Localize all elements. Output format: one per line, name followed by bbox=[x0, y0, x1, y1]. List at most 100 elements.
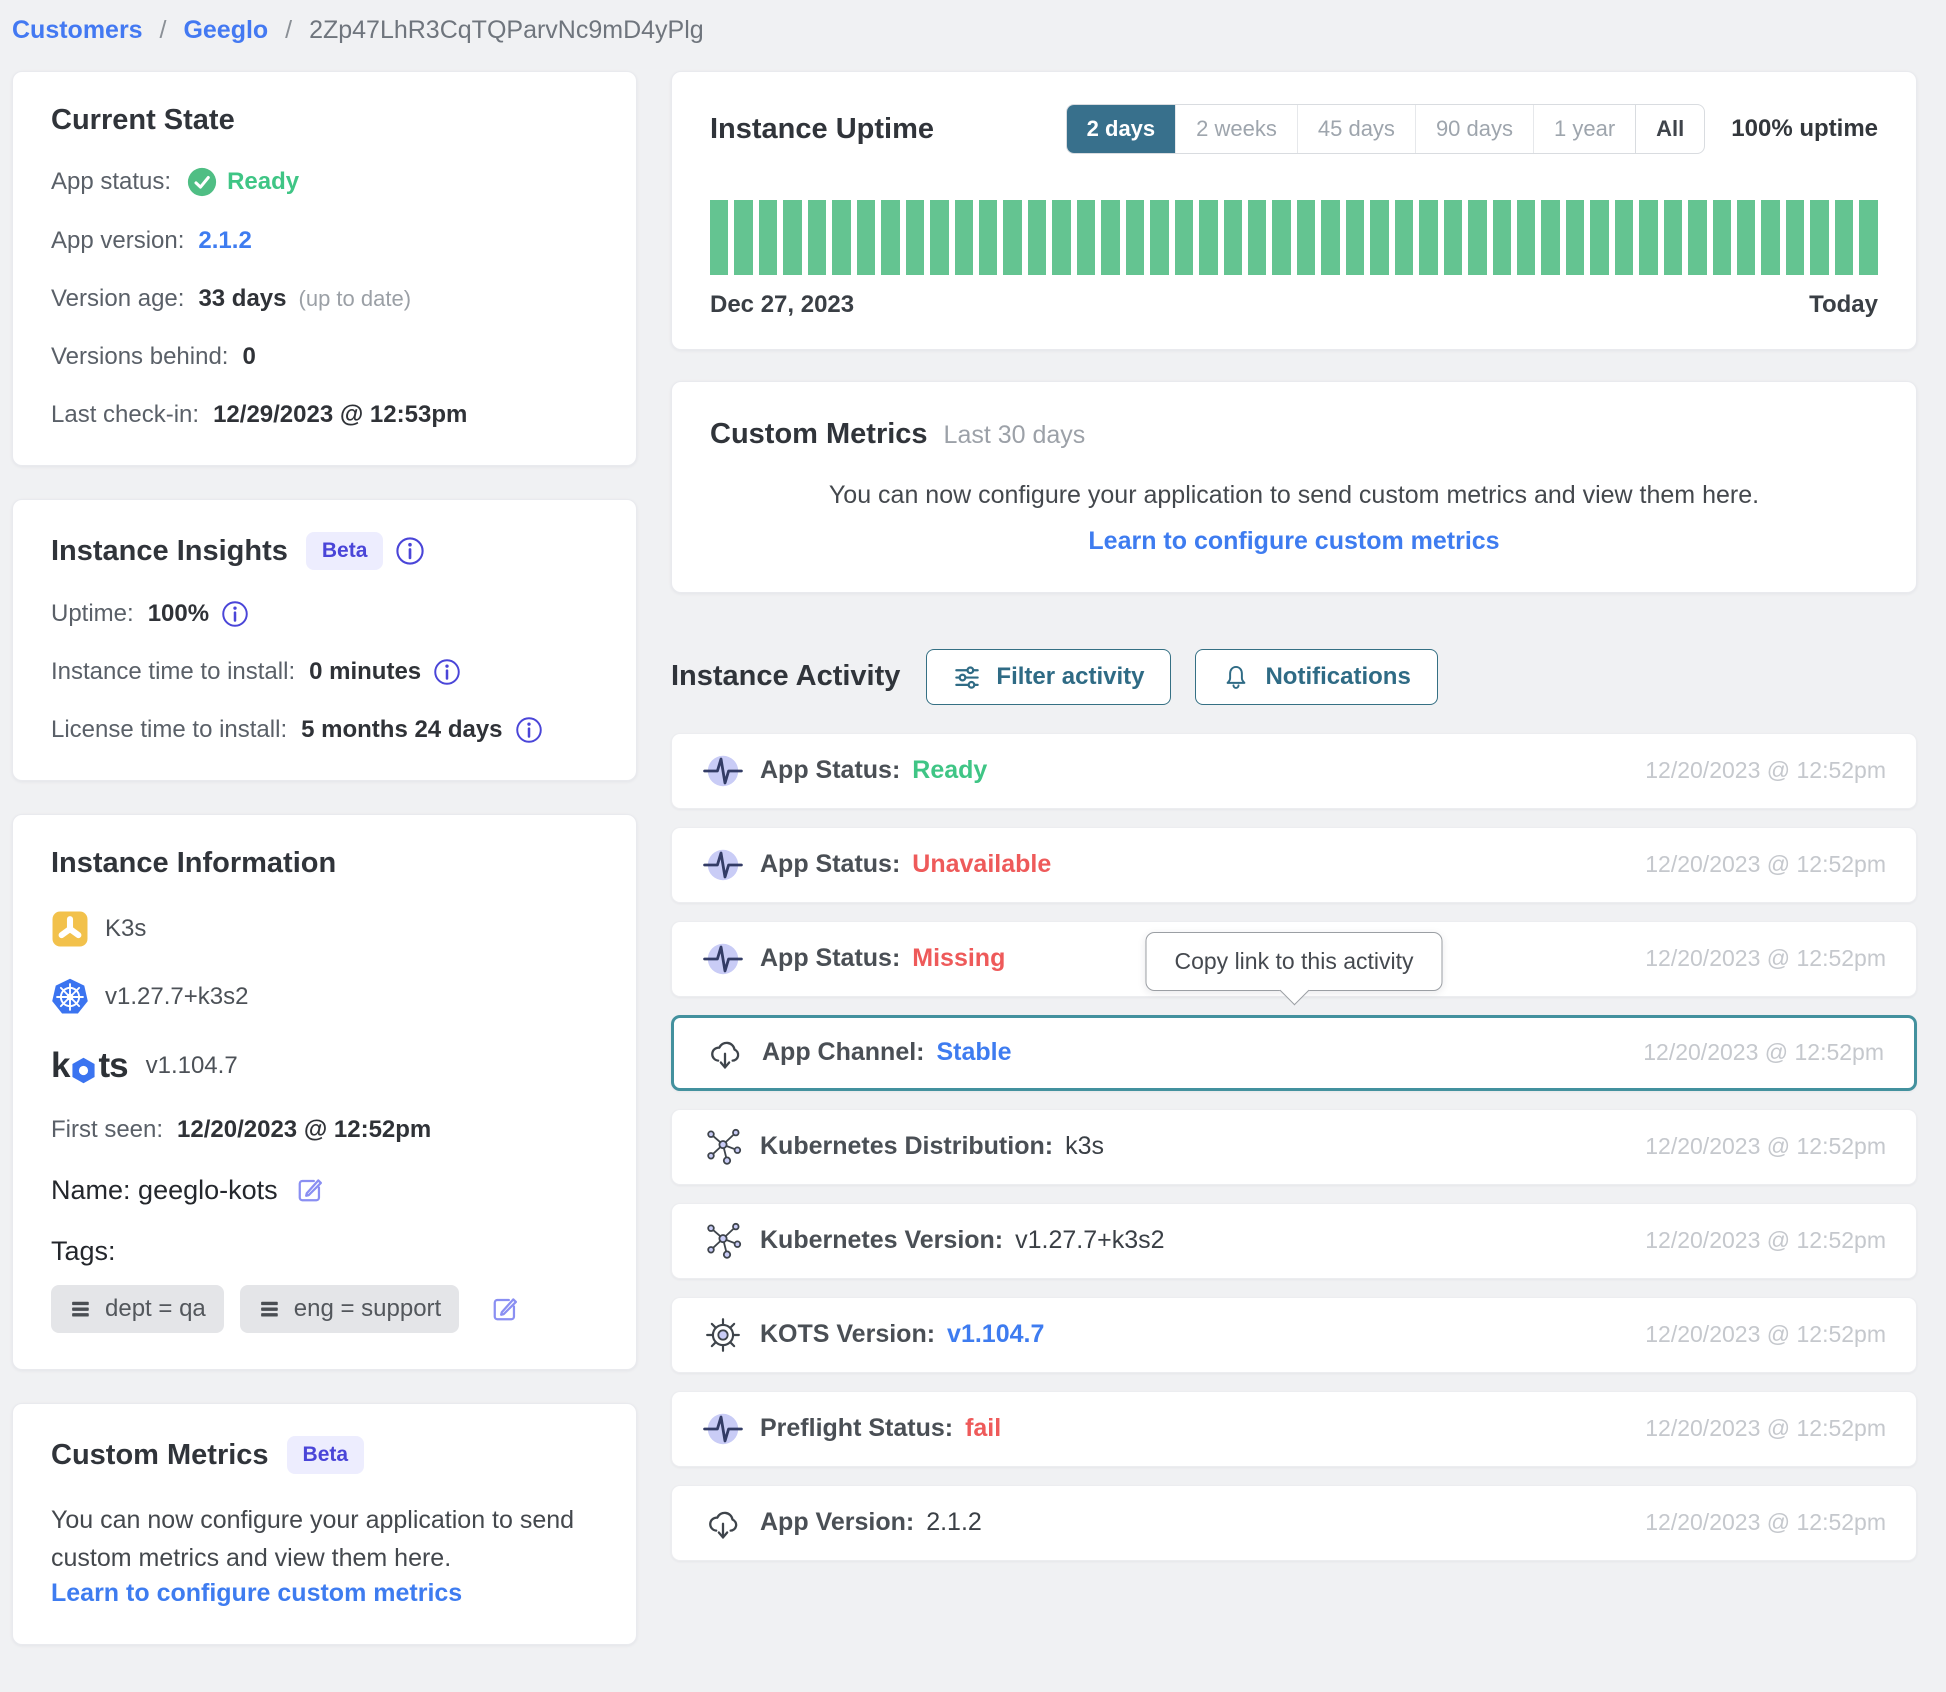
activity-timestamp: 12/20/2023 @ 12:52pm bbox=[1645, 757, 1886, 784]
activity-timestamp: 12/20/2023 @ 12:52pm bbox=[1645, 1509, 1886, 1536]
custom-metrics-right-title: Custom Metrics bbox=[710, 418, 928, 451]
uptime-bar bbox=[1468, 200, 1486, 275]
uptime-bar bbox=[1126, 200, 1144, 275]
activity-row[interactable]: App Version:2.1.212/20/2023 @ 12:52pm bbox=[671, 1485, 1917, 1561]
activity-pulse-icon bbox=[702, 751, 744, 791]
uptime-value: 100% bbox=[148, 600, 209, 628]
activity-row-wrap: Kubernetes Distribution:k3s12/20/2023 @ … bbox=[671, 1109, 1917, 1185]
uptime-range-2-days[interactable]: 2 days bbox=[1067, 105, 1176, 153]
uptime-bar bbox=[1199, 200, 1217, 275]
configure-custom-metrics-link[interactable]: Learn to configure custom metrics bbox=[51, 1579, 462, 1608]
uptime-bar bbox=[1859, 200, 1877, 275]
activity-value: fail bbox=[965, 1414, 1001, 1443]
instance-activity-title: Instance Activity bbox=[671, 660, 900, 693]
activity-value: v1.27.7+k3s2 bbox=[1015, 1226, 1164, 1255]
activity-value[interactable]: v1.104.7 bbox=[947, 1320, 1044, 1349]
uptime-range-2-weeks[interactable]: 2 weeks bbox=[1175, 105, 1297, 153]
uptime-bar bbox=[1175, 200, 1193, 275]
uptime-range-45-days[interactable]: 45 days bbox=[1297, 105, 1415, 153]
k3s-logo-icon bbox=[51, 910, 89, 948]
activity-row[interactable]: App Status: Ready 12/20/2023 @ 12:52pm bbox=[671, 733, 1917, 809]
app-status-row: App status: Ready bbox=[51, 167, 598, 197]
kubernetes-version-row: v1.27.7+k3s2 bbox=[51, 978, 598, 1016]
uptime-bar bbox=[759, 200, 777, 275]
uptime-bar bbox=[1003, 200, 1021, 275]
uptime-bar-chart bbox=[710, 200, 1878, 275]
edit-icon[interactable] bbox=[294, 1174, 326, 1206]
configure-custom-metrics-link[interactable]: Learn to configure custom metrics bbox=[1088, 527, 1499, 556]
tag-pill: eng = support bbox=[240, 1285, 459, 1333]
activity-label: App Status: bbox=[760, 756, 900, 785]
activity-row[interactable]: Kubernetes Version:v1.27.7+k3s212/20/202… bbox=[671, 1203, 1917, 1279]
uptime-range-1-year[interactable]: 1 year bbox=[1533, 105, 1635, 153]
uptime-bar bbox=[1664, 200, 1682, 275]
info-icon[interactable] bbox=[515, 716, 543, 744]
activity-label: App Status: bbox=[760, 944, 900, 973]
tag-pill: dept = qa bbox=[51, 1285, 224, 1333]
uptime-bar bbox=[1224, 200, 1242, 275]
breadcrumb-link-customers[interactable]: Customers bbox=[12, 16, 143, 44]
uptime-bar bbox=[1297, 200, 1315, 275]
uptime-bar bbox=[1028, 200, 1046, 275]
first-seen-row: First seen: 12/20/2023 @ 12:52pm bbox=[51, 1116, 598, 1144]
activity-label: App Version: bbox=[760, 1508, 914, 1537]
instance-information-title: Instance Information bbox=[51, 847, 598, 880]
beta-badge: Beta bbox=[287, 1436, 365, 1474]
uptime-bar bbox=[1150, 200, 1168, 275]
cloud-download-icon bbox=[704, 1034, 746, 1072]
uptime-bar bbox=[1737, 200, 1755, 275]
info-icon[interactable] bbox=[221, 600, 249, 628]
uptime-bar bbox=[1761, 200, 1779, 275]
uptime-bar bbox=[710, 200, 728, 275]
instance-insights-card: Instance Insights Beta Uptime: 100% Inst… bbox=[12, 499, 637, 781]
versions-behind-row: Versions behind: 0 bbox=[51, 343, 598, 371]
activity-value[interactable]: Stable bbox=[937, 1038, 1012, 1067]
activity-value: Ready bbox=[912, 756, 987, 785]
breadcrumb-link-customer[interactable]: Geeglo bbox=[183, 16, 268, 44]
custom-metrics-left-title: Custom Metrics bbox=[51, 1439, 269, 1472]
custom-metrics-right-body: You can now configure your application t… bbox=[710, 477, 1878, 515]
license-time-to-install-value: 5 months 24 days bbox=[301, 716, 502, 744]
uptime-bar bbox=[1590, 200, 1608, 275]
bell-icon bbox=[1222, 663, 1250, 691]
edit-icon[interactable] bbox=[489, 1293, 521, 1325]
instance-activity-header: Instance Activity Filter activity Notifi… bbox=[671, 649, 1917, 705]
notifications-button[interactable]: Notifications bbox=[1195, 649, 1437, 705]
activity-label: App Status: bbox=[760, 850, 900, 879]
activity-row-wrap: Kubernetes Version:v1.27.7+k3s212/20/202… bbox=[671, 1203, 1917, 1279]
activity-row[interactable]: Kubernetes Distribution:k3s12/20/2023 @ … bbox=[671, 1109, 1917, 1185]
uptime-bar bbox=[1444, 200, 1462, 275]
uptime-bar bbox=[1321, 200, 1339, 275]
uptime-bar bbox=[1639, 200, 1657, 275]
columns: Current State App status: Ready App vers… bbox=[12, 71, 1917, 1645]
uptime-range-all[interactable]: All bbox=[1635, 105, 1704, 153]
uptime-range-90-days[interactable]: 90 days bbox=[1415, 105, 1533, 153]
activity-row[interactable]: App Status:Unavailable12/20/2023 @ 12:52… bbox=[671, 827, 1917, 903]
filter-activity-button[interactable]: Filter activity bbox=[926, 649, 1171, 705]
uptime-bar bbox=[1346, 200, 1364, 275]
instance-name-value: geeglo-kots bbox=[138, 1175, 278, 1206]
uptime-bar bbox=[1395, 200, 1413, 275]
activity-value: k3s bbox=[1065, 1132, 1104, 1161]
activity-timestamp: 12/20/2023 @ 12:52pm bbox=[1645, 1227, 1886, 1254]
uptime-bar bbox=[1835, 200, 1853, 275]
kubernetes-graph-icon bbox=[702, 1127, 744, 1167]
info-icon[interactable] bbox=[433, 658, 461, 686]
version-age-value: 33 days bbox=[198, 285, 286, 313]
activity-row-wrap: App Version:2.1.212/20/2023 @ 12:52pm bbox=[671, 1485, 1917, 1561]
activity-pulse-icon bbox=[702, 845, 744, 885]
app-version-value[interactable]: 2.1.2 bbox=[198, 227, 251, 255]
activity-row[interactable]: App Channel:Stable12/20/2023 @ 12:52pm bbox=[671, 1015, 1917, 1091]
page: Customers / Geeglo / 2Zp47LhR3CqTQParvNc… bbox=[0, 0, 1946, 1645]
custom-metrics-left-body: You can now configure your application t… bbox=[51, 1502, 598, 1577]
instance-name-row: Name: geeglo-kots bbox=[51, 1174, 598, 1206]
uptime-bar bbox=[906, 200, 924, 275]
uptime-bar bbox=[1713, 200, 1731, 275]
instance-activity-list: App Status:Ready12/20/2023 @ 12:52pmApp … bbox=[671, 733, 1917, 1579]
tag-lines-icon bbox=[69, 1296, 95, 1322]
activity-row[interactable]: Preflight Status:fail12/20/2023 @ 12:52p… bbox=[671, 1391, 1917, 1467]
info-icon[interactable] bbox=[395, 536, 425, 566]
activity-row[interactable]: KOTS Version:v1.104.712/20/2023 @ 12:52p… bbox=[671, 1297, 1917, 1373]
instance-uptime-card: Instance Uptime 2 days2 weeks45 days90 d… bbox=[671, 71, 1917, 350]
current-state-title: Current State bbox=[51, 104, 598, 137]
